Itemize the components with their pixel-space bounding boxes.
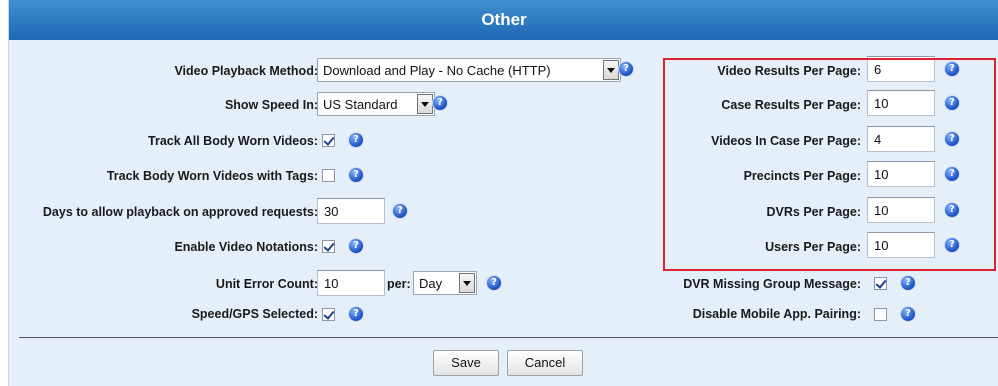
unit-error-count-label: Unit Error Count:: [215, 277, 318, 291]
help-icon[interactable]: ?: [349, 133, 363, 147]
track-body-worn-tags-label: Track Body Worn Videos with Tags:: [106, 169, 318, 183]
help-icon[interactable]: ?: [349, 239, 363, 253]
cancel-button[interactable]: Cancel: [507, 350, 583, 376]
chevron-down-icon[interactable]: [603, 60, 619, 80]
help-icon[interactable]: ?: [393, 204, 407, 218]
dvr-missing-group-checkbox[interactable]: [874, 277, 887, 290]
dvr-missing-group-label: DVR Missing Group Message:: [683, 277, 861, 291]
show-speed-in-label: Show Speed In:: [224, 98, 318, 112]
settings-panel: Other Video Playback Method: Download an…: [8, 0, 998, 386]
per-label: per:: [387, 277, 411, 291]
divider: [19, 337, 998, 338]
highlight-box: [663, 58, 996, 271]
speed-gps-label: Speed/GPS Selected:: [191, 307, 318, 321]
enable-notations-checkbox[interactable]: [322, 240, 335, 253]
enable-notations-label: Enable Video Notations:: [174, 240, 318, 254]
per-value: Day: [419, 275, 443, 291]
days-playback-label: Days to allow playback on approved reque…: [42, 205, 318, 219]
track-all-body-worn-label: Track All Body Worn Videos:: [148, 134, 318, 148]
help-icon[interactable]: ?: [901, 307, 915, 321]
track-all-body-worn-checkbox[interactable]: [322, 134, 335, 147]
save-button[interactable]: Save: [433, 350, 499, 376]
video-playback-method-select[interactable]: Download and Play - No Cache (HTTP): [317, 58, 621, 82]
chevron-down-icon[interactable]: [417, 94, 433, 114]
per-select[interactable]: Day: [413, 271, 477, 295]
days-playback-input[interactable]: [317, 198, 385, 224]
help-icon[interactable]: ?: [349, 168, 363, 182]
help-icon[interactable]: ?: [901, 276, 915, 290]
show-speed-in-value: US Standard: [323, 96, 398, 112]
help-icon[interactable]: ?: [433, 96, 447, 110]
disable-mobile-pairing-label: Disable Mobile App. Pairing:: [692, 307, 861, 321]
show-speed-in-select[interactable]: US Standard: [317, 92, 435, 116]
unit-error-count-input[interactable]: [317, 270, 385, 296]
help-icon[interactable]: ?: [487, 276, 501, 290]
video-playback-method-value: Download and Play - No Cache (HTTP): [323, 62, 551, 78]
track-body-worn-tags-checkbox[interactable]: [322, 169, 335, 182]
chevron-down-icon[interactable]: [459, 273, 475, 293]
help-icon[interactable]: ?: [619, 62, 633, 76]
panel-header: Other: [9, 0, 998, 40]
help-icon[interactable]: ?: [349, 307, 363, 321]
disable-mobile-pairing-checkbox[interactable]: [874, 308, 887, 321]
video-playback-method-label: Video Playback Method:: [174, 64, 318, 78]
speed-gps-checkbox[interactable]: [322, 308, 335, 321]
